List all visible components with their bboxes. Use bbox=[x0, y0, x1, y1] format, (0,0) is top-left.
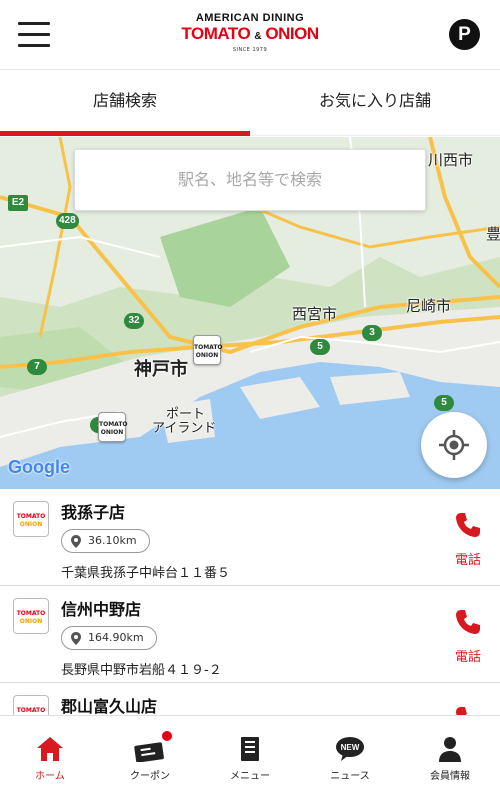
nav-label: ホーム bbox=[35, 771, 65, 782]
map-search-input[interactable]: 駅名、地名等で検索 bbox=[74, 149, 426, 211]
road-badge: 428 bbox=[56, 213, 79, 229]
store-name: 信州中野店 bbox=[61, 600, 142, 619]
store-name: 郡山富久山店 bbox=[61, 697, 158, 715]
coupon-icon bbox=[134, 742, 164, 762]
locate-crosshair-icon bbox=[439, 430, 469, 460]
current-location-button[interactable] bbox=[421, 412, 487, 478]
store-logo: TOMATO ONION bbox=[13, 598, 49, 634]
logo-tagline: AMERICAN DINING bbox=[195, 12, 305, 24]
phone-icon bbox=[456, 513, 480, 537]
store-map[interactable]: 駅名、地名等で検索 川西市 豊 神戸市 西宮市 尼崎市 ポート アイランド E2… bbox=[0, 137, 500, 489]
call-button[interactable]: 電話 bbox=[450, 511, 486, 568]
app-header: AMERICAN DINING TOMATO & ONION SINCE 197… bbox=[0, 0, 500, 70]
map-label-kobe: 神戸市 bbox=[134, 359, 188, 380]
nav-menu[interactable]: メニュー bbox=[200, 716, 300, 800]
nav-label: メニュー bbox=[230, 771, 270, 782]
road-badge: 5 bbox=[434, 395, 454, 411]
map-label-port-island-2: アイランド bbox=[152, 421, 217, 436]
logo-wordmark: TOMATO & ONION bbox=[181, 24, 319, 43]
logo-since: SINCE 1979 bbox=[232, 47, 268, 53]
hamburger-menu-icon[interactable] bbox=[18, 22, 50, 48]
map-label-kawanishi: 川西市 bbox=[428, 151, 474, 169]
map-label-toyo: 豊 bbox=[486, 225, 500, 243]
member-icon bbox=[439, 737, 461, 762]
phone-icon bbox=[456, 707, 467, 715]
map-attribution: Google bbox=[8, 457, 70, 477]
store-logo: TOMATO ONION bbox=[13, 501, 49, 537]
store-map-pin[interactable]: TOMATO ONION bbox=[193, 335, 223, 365]
map-label-nishinomiya: 西宮市 bbox=[292, 305, 338, 323]
store-map-pin[interactable]: TOMATO ONION bbox=[98, 412, 128, 442]
road-badge: 7 bbox=[27, 359, 47, 375]
bottom-navigation: ホーム クーポン メニュー NEW ニュース 会員情報 bbox=[0, 715, 500, 800]
store-distance-badge: 36.10km bbox=[61, 529, 150, 553]
nav-coupon[interactable]: クーポン bbox=[100, 716, 200, 800]
store-logo: TOMATO ONION bbox=[13, 695, 49, 715]
call-button[interactable]: 電話 bbox=[450, 608, 486, 665]
nav-home[interactable]: ホーム bbox=[0, 716, 100, 800]
nav-member[interactable]: 会員情報 bbox=[400, 716, 500, 800]
nav-news[interactable]: NEW ニュース bbox=[300, 716, 400, 800]
home-icon bbox=[37, 737, 63, 761]
store-address: 千葉県我孫子中峠台１１番５ bbox=[61, 566, 231, 581]
nav-label: クーポン bbox=[130, 771, 170, 782]
call-button[interactable] bbox=[450, 705, 486, 715]
tab-store-search[interactable]: 店舗検索 bbox=[0, 70, 250, 136]
call-label: 電話 bbox=[454, 650, 481, 665]
map-label-amagasaki: 尼崎市 bbox=[406, 297, 452, 315]
tab-bar: 店舗検索 お気に入り店舗 bbox=[0, 70, 500, 136]
store-list-item[interactable]: TOMATO ONION 信州中野店 164.90km 長野県中野市岩船４１９-… bbox=[0, 586, 500, 683]
points-button[interactable]: P bbox=[449, 19, 480, 50]
store-address: 長野県中野市岩船４１９-２ bbox=[61, 663, 222, 678]
road-badge: E2 bbox=[8, 195, 28, 211]
store-list: TOMATO ONION 我孫子店 36.10km 千葉県我孫子中峠台１１番５ … bbox=[0, 489, 500, 715]
nav-label: ニュース bbox=[330, 771, 370, 782]
phone-icon bbox=[456, 610, 480, 634]
svg-text:NEW: NEW bbox=[341, 743, 360, 752]
news-icon: NEW bbox=[336, 737, 364, 761]
brand-logo: AMERICAN DINING TOMATO & ONION SINCE 197… bbox=[175, 12, 325, 58]
store-list-item[interactable]: TOMATO ONION 我孫子店 36.10km 千葉県我孫子中峠台１１番５ … bbox=[0, 489, 500, 586]
nav-label: 会員情報 bbox=[430, 771, 470, 782]
store-list-item[interactable]: TOMATO ONION 郡山富久山店 bbox=[0, 683, 500, 715]
road-badge: 5 bbox=[310, 339, 330, 355]
road-badge: 32 bbox=[124, 313, 144, 329]
store-distance-badge: 164.90km bbox=[61, 626, 157, 650]
menu-book-icon bbox=[241, 737, 259, 761]
location-pin-icon bbox=[71, 632, 81, 645]
road-badge: 3 bbox=[362, 325, 382, 341]
call-label: 電話 bbox=[454, 553, 481, 568]
tab-favorite-stores[interactable]: お気に入り店舗 bbox=[250, 70, 500, 135]
notification-badge bbox=[161, 730, 173, 742]
store-name: 我孫子店 bbox=[61, 503, 126, 522]
location-pin-icon bbox=[71, 535, 81, 548]
